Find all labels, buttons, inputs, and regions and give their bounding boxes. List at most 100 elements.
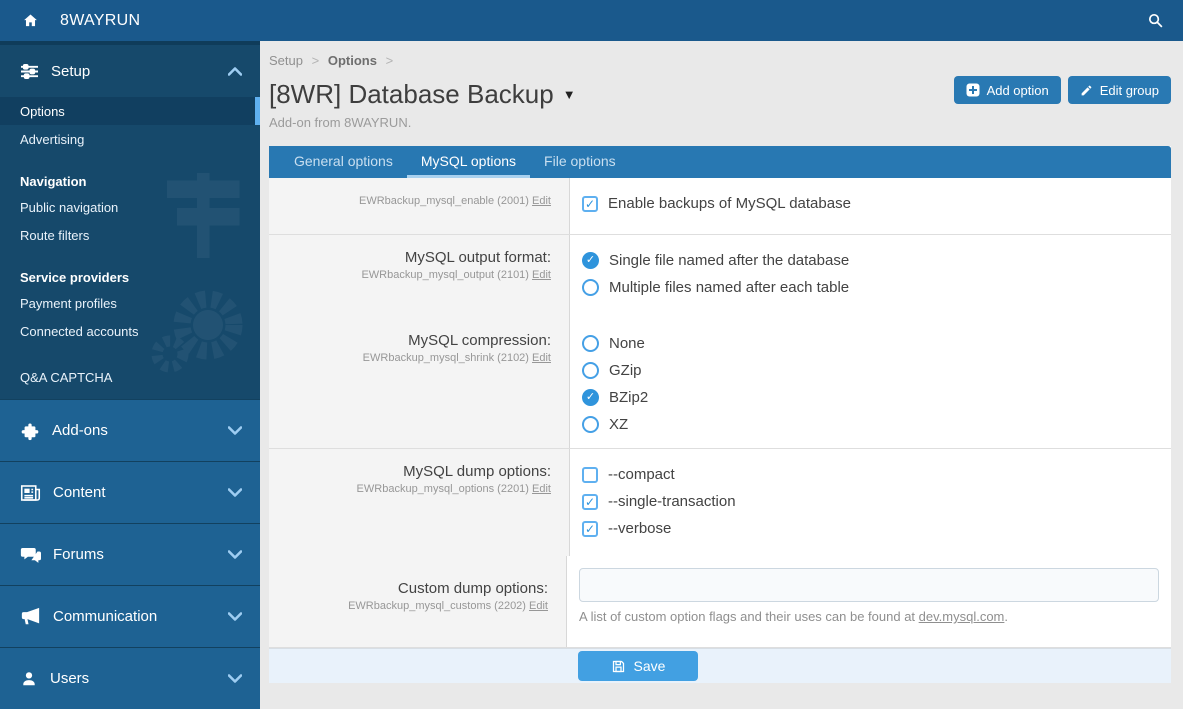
search-icon[interactable]: [1127, 12, 1183, 29]
page-subtitle: Add-on from 8WAYRUN.: [269, 115, 412, 130]
add-option-button[interactable]: Add option: [953, 76, 1061, 104]
sidebar-section-content[interactable]: Content: [0, 461, 260, 523]
chevron-up-icon: [228, 66, 242, 76]
sidebar-item-advertising[interactable]: Advertising: [0, 125, 260, 153]
pencil-icon: [1081, 85, 1092, 95]
checkbox-unchecked[interactable]: ✓: [582, 466, 598, 483]
option-control-cell: ✓ Enable backups of MySQL database: [570, 178, 1171, 234]
option-title: MySQL output format:: [404, 249, 551, 266]
site-title[interactable]: 8WAYRUN: [60, 12, 140, 30]
radio-unselected[interactable]: ✓: [582, 279, 599, 296]
option-control-cell: A list of custom option flags and their …: [567, 556, 1171, 647]
edit-link[interactable]: Edit: [529, 600, 548, 612]
option-code-text: EWRbackup_mysql_customs (2202): [348, 600, 526, 612]
help-text-before: A list of custom option flags and their …: [579, 609, 919, 624]
edit-group-button[interactable]: Edit group: [1067, 76, 1171, 104]
choice-label: BZip2: [609, 389, 649, 406]
main-content: Setup > Options > [8WR] Database Backup …: [260, 41, 1183, 700]
sidebar-section-setup-header[interactable]: Setup: [0, 45, 260, 97]
tab-bar: General options MySQL options File options: [269, 146, 1171, 178]
top-bar: 8WAYRUN: [0, 0, 1183, 41]
edit-link[interactable]: Edit: [532, 269, 551, 281]
sidebar-section-forums[interactable]: Forums: [0, 523, 260, 585]
option-control-cell: ✓ None ✓ GZip ✓ BZip2 ✓ XZ: [570, 318, 1171, 448]
option-code-text: EWRbackup_mysql_output (2101): [361, 269, 529, 281]
chevron-down-icon: [228, 426, 242, 435]
edit-link[interactable]: Edit: [532, 352, 551, 364]
edit-group-label: Edit group: [1099, 82, 1159, 98]
option-choice: ✓ Enable backups of MySQL database: [582, 190, 1159, 217]
sidebar-item-options[interactable]: Options: [0, 97, 260, 125]
checkbox-checked[interactable]: ✓: [582, 493, 598, 510]
floppy-disk-icon: [612, 660, 624, 672]
sidebar-section-add-ons[interactable]: Add-ons: [0, 399, 260, 461]
option-code: EWRbackup_mysql_shrink (2102) Edit: [279, 352, 551, 364]
user-icon: [20, 669, 38, 688]
page-head: Setup > Options > [8WR] Database Backup …: [269, 41, 1183, 133]
option-label-cell: EWRbackup_mysql_enable (2001) Edit: [269, 178, 570, 234]
edit-link[interactable]: Edit: [532, 195, 551, 207]
save-footer: Save: [269, 648, 1171, 683]
add-option-label: Add option: [986, 82, 1049, 98]
help-text: A list of custom option flags and their …: [579, 609, 1159, 624]
checkbox-checked[interactable]: ✓: [582, 520, 598, 537]
breadcrumb: Setup > Options >: [269, 53, 1183, 71]
option-row: Custom dump options: EWRbackup_mysql_cust…: [269, 556, 1171, 648]
choice-label: --compact: [608, 466, 675, 483]
radio-unselected[interactable]: ✓: [582, 416, 599, 433]
sidebar-item-payment-profiles[interactable]: Payment profiles: [0, 289, 260, 317]
option-choice: ✓ --single-transaction: [582, 488, 1159, 515]
choice-label: GZip: [609, 362, 642, 379]
option-row: MySQL compression: EWRbackup_mysql_shrink…: [269, 318, 1171, 449]
checkbox-checked[interactable]: ✓: [582, 195, 598, 212]
sidebar-group-heading: Navigation: [20, 173, 87, 189]
option-label-cell: MySQL compression: EWRbackup_mysql_shrink…: [269, 318, 570, 448]
breadcrumb-options[interactable]: Options: [328, 53, 377, 68]
edit-link[interactable]: Edit: [532, 483, 551, 495]
chevron-down-icon: [228, 550, 242, 559]
sidebar-section-setup: Setup Options Advertising Navigation Public…: [0, 45, 260, 399]
option-label-cell: MySQL dump options: EWRbackup_mysql_optio…: [269, 449, 570, 556]
sidebar-item-public-navigation[interactable]: Public navigation: [0, 193, 260, 221]
title-dropdown-icon[interactable]: [563, 87, 576, 102]
option-choice: ✓ --verbose: [582, 515, 1159, 542]
choice-label: XZ: [609, 416, 629, 433]
tab-file-options[interactable]: File options: [530, 146, 630, 178]
option-choice: ✓ XZ: [582, 411, 1159, 438]
option-title: MySQL dump options:: [403, 463, 551, 480]
custom-dump-options-input[interactable]: [579, 568, 1159, 602]
option-code-text: EWRbackup_mysql_shrink (2102): [362, 352, 529, 364]
option-row: MySQL output format: EWRbackup_mysql_outp…: [269, 235, 1171, 318]
radio-unselected[interactable]: ✓: [582, 335, 599, 352]
help-link[interactable]: dev.mysql.com: [919, 609, 1005, 624]
option-choice: ✓ Single file named after the database: [582, 247, 1159, 274]
option-choice: ✓ GZip: [582, 357, 1159, 384]
sidebar-section-label: Setup: [51, 62, 91, 80]
sidebar-item-connected-accounts[interactable]: Connected accounts: [0, 317, 260, 345]
home-icon[interactable]: [0, 12, 60, 29]
save-button[interactable]: Save: [578, 651, 698, 681]
choice-label: Multiple files named after each table: [609, 279, 850, 296]
option-code-text: EWRbackup_mysql_enable (2001): [358, 195, 529, 207]
choice-label: --verbose: [608, 520, 672, 537]
newspaper-icon: [20, 484, 41, 502]
tab-general-options[interactable]: General options: [280, 146, 407, 178]
tab-mysql-options[interactable]: MySQL options: [406, 146, 531, 178]
megaphone-icon: [20, 607, 41, 626]
option-title: Custom dump options:: [397, 580, 548, 597]
option-title: MySQL compression:: [408, 332, 551, 349]
option-row: MySQL dump options: EWRbackup_mysql_optio…: [269, 449, 1171, 556]
radio-selected[interactable]: ✓: [582, 389, 599, 406]
option-label-cell: MySQL output format: EWRbackup_mysql_outp…: [269, 235, 570, 318]
options-card: General options MySQL options File options…: [269, 146, 1171, 683]
sidebar: Setup Options Advertising Navigation Public…: [0, 41, 260, 709]
option-control-cell: ✓ Single file named after the database ✓ Mu…: [570, 235, 1171, 318]
chevron-down-icon: [228, 674, 242, 683]
sidebar-item-q-a-captcha[interactable]: Q&A CAPTCHA: [0, 363, 260, 391]
breadcrumb-setup[interactable]: Setup: [269, 53, 303, 68]
sliders-icon: [21, 63, 38, 79]
radio-selected[interactable]: ✓: [582, 252, 599, 269]
radio-unselected[interactable]: ✓: [582, 362, 599, 379]
sidebar-item-route-filters[interactable]: Route filters: [0, 221, 260, 249]
sidebar-section-communication[interactable]: Communication: [0, 585, 260, 647]
